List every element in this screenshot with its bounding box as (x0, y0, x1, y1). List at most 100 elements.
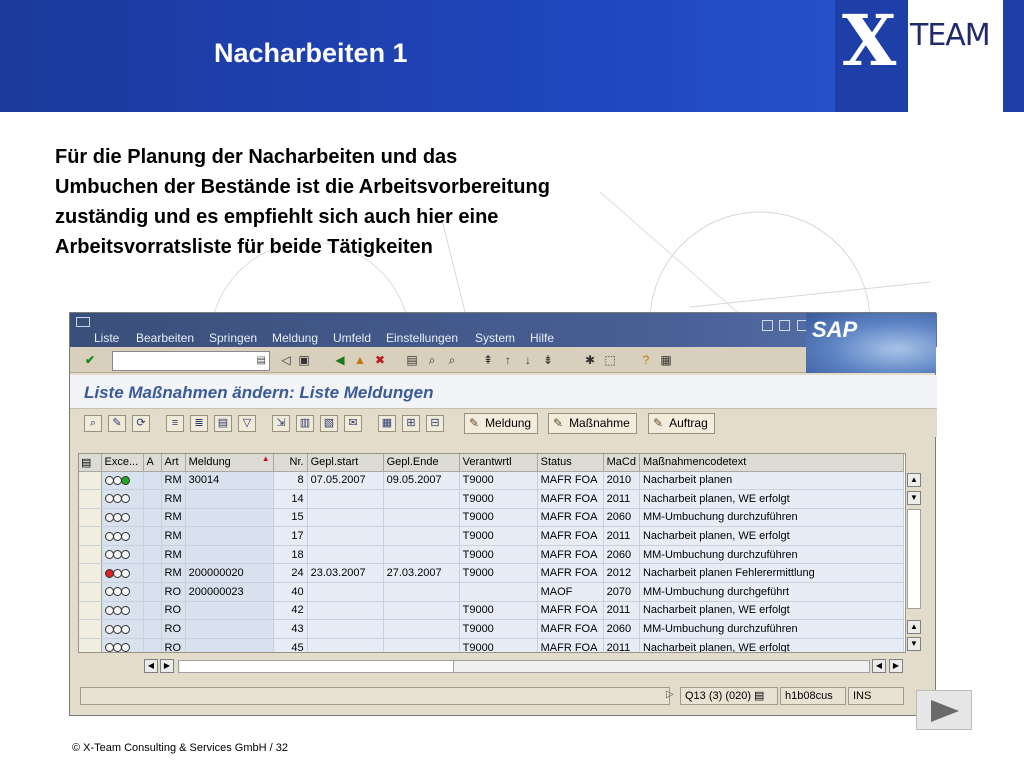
export-icon[interactable]: ⇲ (272, 415, 290, 432)
session-list-icon[interactable]: ▤ (754, 690, 764, 702)
table-row[interactable]: RM 30014 8 07.05.2007 09.05.2007 T9000 MAFR FO… (79, 471, 904, 491)
last-page-icon[interactable]: ⇟ (540, 353, 556, 368)
filter-icon[interactable]: ▽ (238, 415, 256, 432)
horizontal-scroll-track[interactable] (178, 660, 870, 673)
horizontal-scrollbar[interactable]: ◀ ▶ ◀ ▶ (144, 659, 904, 675)
scroll-right-icon[interactable]: ▶ (160, 659, 174, 673)
scroll-down-icon[interactable]: ▼ (907, 491, 921, 505)
table-row[interactable]: RO 200000023 40 MAOF 2070 MM-Umbuchung durchg… (79, 582, 904, 602)
back-icon[interactable]: ◀ (332, 353, 348, 368)
scroll-page-down-icon[interactable]: ▼ (907, 637, 921, 651)
column-header[interactable]: A (143, 454, 162, 472)
row-selector[interactable] (79, 563, 102, 584)
menu-springen[interactable]: Springen (209, 331, 257, 345)
layout-icon[interactable]: ▦ (658, 353, 674, 368)
cell-nr: 42 (273, 601, 308, 621)
maximize-icon[interactable] (779, 320, 791, 331)
column-header[interactable]: Status (537, 454, 604, 472)
scroll-up-icon[interactable]: ▲ (907, 473, 921, 487)
exit-icon[interactable]: ▲ (352, 353, 368, 368)
auftrag-button[interactable]: ✎ Auftrag (648, 413, 715, 434)
table-row[interactable]: RM 14 T9000 MAFR FOA 2011 Nacharbeit planen, … (79, 489, 904, 509)
table-grid-icon[interactable]: ▦ (378, 415, 396, 432)
menu-meldung[interactable]: Meldung (272, 331, 318, 345)
vertical-scroll-thumb[interactable] (907, 509, 921, 609)
column-header[interactable]: Nr. (273, 454, 308, 472)
document-icon[interactable]: ▧ (320, 415, 338, 432)
status-expand-icon[interactable]: ▷ (666, 689, 674, 700)
menu-liste[interactable]: Liste (94, 331, 119, 345)
column-header[interactable]: Art (161, 454, 186, 472)
table-row[interactable]: RO 43 T9000 MAFR FOA 2060 MM-Umbuchung durchz… (79, 619, 904, 639)
menu-einstellungen[interactable]: Einstellungen (386, 331, 458, 345)
row-selector[interactable] (79, 508, 102, 528)
choose-icon[interactable]: ✎ (108, 415, 126, 432)
system-toolbar: ✔ ▤ ◁ ▣ ◀ ▲ ✖ ▤ ⌕ ⌕ ⇞ ↑ ↓ ⇟ ✱ ⬚ ? ▦ (70, 347, 806, 373)
command-dropdown-icon[interactable]: ▤ (257, 355, 266, 366)
enter-check-icon[interactable]: ✔ (82, 353, 98, 368)
menu-bearbeiten[interactable]: Bearbeiten (136, 331, 194, 345)
column-header[interactable]: Gepl.Ende (383, 454, 460, 472)
sort-descending-icon[interactable]: ≣ (190, 415, 208, 432)
table-row[interactable]: RM 17 T9000 MAFR FOA 2011 Nacharbeit planen, … (79, 526, 904, 546)
row-selector[interactable] (79, 619, 102, 639)
shortcut-icon[interactable]: ⬚ (602, 353, 618, 368)
meldung-button[interactable]: ✎ Meldung (464, 413, 539, 434)
find-next-icon[interactable]: ⌕ (444, 353, 460, 368)
cell-start (307, 601, 384, 621)
column-header[interactable]: Verantwrtl (459, 454, 538, 472)
next-page-icon[interactable]: ↓ (520, 353, 536, 368)
select-all-icon[interactable]: ⊞ (402, 415, 420, 432)
window-menu-icon[interactable] (76, 317, 90, 327)
scroll-left-icon[interactable]: ◀ (144, 659, 158, 673)
scroll-page-up-icon[interactable]: ▲ (907, 620, 921, 634)
print-icon[interactable]: ▤ (404, 353, 420, 368)
sort-ascending-icon[interactable]: ≡ (166, 415, 184, 432)
row-selector[interactable] (79, 489, 102, 509)
next-slide-button[interactable] (916, 690, 972, 730)
table-row[interactable]: RO 45 T9000 MAFR FOA 2011 Nacharbeit planen, … (79, 638, 904, 652)
table-row[interactable]: RO 42 T9000 MAFR FOA 2011 Nacharbeit planen, … (79, 601, 904, 621)
layout-select-icon[interactable]: ▤ (81, 457, 91, 469)
details-icon[interactable]: ⌕ (84, 415, 102, 432)
massnahme-button[interactable]: ✎ Maßnahme (548, 413, 637, 434)
row-selector[interactable] (79, 601, 102, 621)
deselect-all-icon[interactable]: ⊟ (426, 415, 444, 432)
table-row[interactable]: RM 18 T9000 MAFR FOA 2060 MM-Umbuchung durchz… (79, 545, 904, 565)
menu-hilfe[interactable]: Hilfe (530, 331, 554, 345)
menu-system[interactable]: System (475, 331, 515, 345)
cell-meldung: 200000023 (185, 582, 274, 602)
mail-icon[interactable]: ✉ (344, 415, 362, 432)
column-header-meldung[interactable]: Meldung ▲ (185, 454, 274, 472)
print-list-icon[interactable]: ▤ (214, 415, 232, 432)
row-selector[interactable] (79, 582, 102, 602)
table-row[interactable]: RM 200000020 24 23.03.2007 27.03.2007 T9000 MA… (79, 563, 904, 584)
save-icon[interactable]: ▣ (296, 353, 312, 368)
refresh-icon[interactable]: ⟳ (132, 415, 150, 432)
column-header[interactable]: Gepl.start (307, 454, 384, 472)
new-session-icon[interactable]: ✱ (582, 353, 598, 368)
first-page-icon[interactable]: ⇞ (480, 353, 496, 368)
find-icon[interactable]: ⌕ (424, 353, 440, 368)
minimize-icon[interactable] (762, 320, 773, 331)
scroll-right-end-icon[interactable]: ▶ (889, 659, 903, 673)
help-icon[interactable]: ? (638, 353, 654, 368)
column-header[interactable]: MaCd (603, 454, 640, 472)
chart-icon[interactable]: ▥ (296, 415, 314, 432)
scroll-left-end-icon[interactable]: ◀ (872, 659, 886, 673)
previous-page-icon[interactable]: ↑ (500, 353, 516, 368)
table-row[interactable]: RM 15 T9000 MAFR FOA 2060 MM-Umbuchung durchz… (79, 508, 904, 528)
command-field[interactable]: ▤ (112, 351, 270, 371)
menu-umfeld[interactable]: Umfeld (333, 331, 371, 345)
horizontal-scroll-thumb[interactable] (180, 661, 454, 672)
select-all-cell[interactable]: ▤ (79, 454, 102, 472)
row-selector[interactable] (79, 471, 102, 491)
column-header[interactable]: Exce... (101, 454, 144, 472)
row-selector[interactable] (79, 545, 102, 565)
row-selector[interactable] (79, 526, 102, 546)
row-selector[interactable] (79, 638, 102, 652)
column-header[interactable]: Maßnahmencodetext (639, 454, 904, 472)
cancel-icon[interactable]: ✖ (372, 353, 388, 368)
vertical-scrollbar[interactable]: ▲ ▼ ▲ ▼ (906, 473, 922, 653)
back-arrow-icon[interactable]: ◁ (278, 353, 294, 368)
